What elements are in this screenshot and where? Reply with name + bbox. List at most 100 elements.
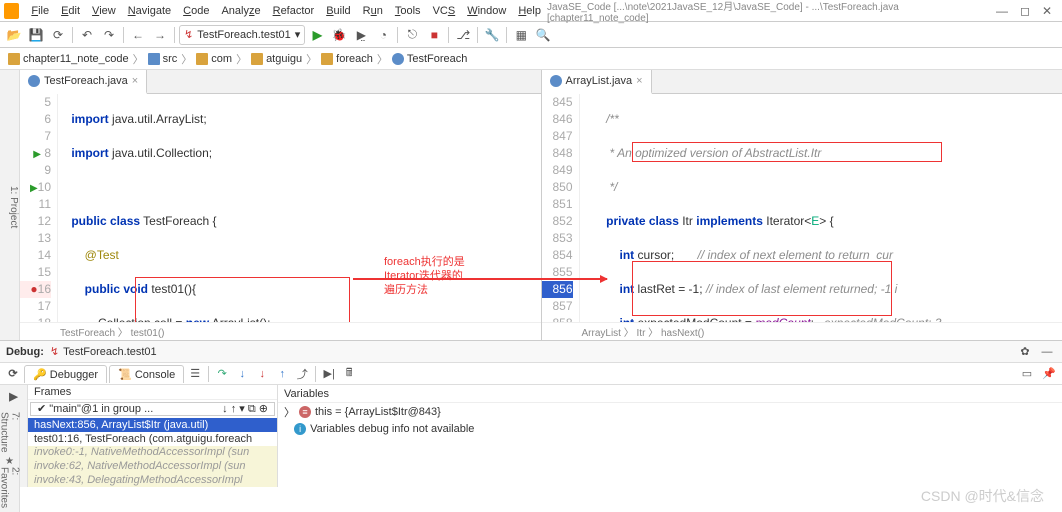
- annotation-text: foreach执行的是Iterator迭代器的遍历方法: [384, 255, 465, 297]
- tab-testforeach[interactable]: TestForeach.java ×: [20, 70, 147, 94]
- stop-icon[interactable]: ■: [424, 25, 444, 45]
- frame-row[interactable]: invoke:43, DelegatingMethodAccessorImpl: [28, 473, 277, 487]
- tab-close-icon[interactable]: ×: [132, 75, 138, 87]
- watermark: CSDN @时代&信念: [921, 486, 1044, 506]
- menu-run[interactable]: Run: [357, 5, 389, 17]
- run-to-cursor-icon[interactable]: ▶|: [320, 365, 338, 383]
- hide-icon[interactable]: —: [1038, 343, 1056, 361]
- debug-config[interactable]: ↯TestForeach.test01: [50, 345, 157, 358]
- menu-file[interactable]: File: [25, 5, 55, 17]
- debug-panel: Debug: ↯TestForeach.test01 ✿ — ⟳ 🔑 Debug…: [0, 340, 1062, 487]
- window-title: JavaSE_Code [...\note\2021JavaSE_12月\Jav…: [547, 0, 990, 24]
- thread-selector[interactable]: ✔ "main"@1 in group ...↓ ↑ ▾ ⧉ ⊕: [30, 402, 275, 416]
- menu-view[interactable]: View: [86, 5, 122, 17]
- tab-close-icon[interactable]: ×: [636, 75, 642, 87]
- left-structure-crumb[interactable]: TestForeach 〉 test01(): [20, 322, 541, 340]
- wrench-icon[interactable]: 🔧: [482, 25, 502, 45]
- undo-icon[interactable]: ↶: [77, 25, 97, 45]
- menu-edit[interactable]: Edit: [55, 5, 86, 17]
- annotation-box-hasnext: [632, 261, 892, 316]
- minimize-icon[interactable]: —: [990, 4, 1014, 18]
- menu-code[interactable]: Code: [177, 5, 215, 17]
- structure-icon[interactable]: ▦: [511, 25, 531, 45]
- menu-window[interactable]: Window: [461, 5, 512, 17]
- var-this[interactable]: 〉≡this = {ArrayList$Itr@843}: [278, 403, 1062, 420]
- right-code[interactable]: 845846847 848849850851852 85385485585685…: [542, 94, 1062, 322]
- git-icon[interactable]: ⎇: [453, 25, 473, 45]
- debugger-tab[interactable]: 🔑 Debugger: [24, 365, 107, 383]
- frame-row[interactable]: invoke:62, NativeMethodAccessorImpl (sun: [28, 459, 277, 473]
- favorites-tool-button[interactable]: 7: Structure ★ 2: Favorites: [0, 412, 20, 512]
- run-config-label: TestForeach.test01: [197, 29, 291, 41]
- frame-row[interactable]: test01:16, TestForeach (com.atguigu.fore…: [28, 432, 277, 446]
- menu-bar: File Edit View Navigate Code Analyze Ref…: [0, 0, 1062, 22]
- menu-help[interactable]: Help: [512, 5, 547, 17]
- step-into-icon[interactable]: ↓: [233, 365, 251, 383]
- left-tabs: TestForeach.java ×: [20, 70, 541, 94]
- back-icon[interactable]: ←: [128, 25, 148, 45]
- attach-icon[interactable]: ⎋: [402, 25, 422, 45]
- forward-icon[interactable]: →: [150, 25, 170, 45]
- frame-row[interactable]: invoke0:-1, NativeMethodAccessorImpl (su…: [28, 446, 277, 460]
- breakpoint-icon[interactable]: ●: [30, 282, 37, 296]
- bc-atguigu[interactable]: atguigu: [249, 53, 304, 65]
- coverage-icon[interactable]: ▶̤: [351, 25, 371, 45]
- tab-label: ArrayList.java: [566, 75, 633, 87]
- refresh-icon[interactable]: ⟳: [48, 25, 68, 45]
- settings-icon[interactable]: ✿: [1016, 343, 1034, 361]
- project-tool-button[interactable]: 1: Project: [0, 70, 20, 340]
- save-icon[interactable]: 💾: [26, 25, 46, 45]
- maximize-icon[interactable]: ◻: [1014, 4, 1036, 18]
- debug-header: Debug: ↯TestForeach.test01 ✿ —: [0, 341, 1062, 363]
- step-out-icon[interactable]: ↑: [273, 365, 291, 383]
- right-tabs: ArrayList.java ×: [542, 70, 1062, 94]
- menu-vcs[interactable]: VCS: [427, 5, 462, 17]
- menu-build[interactable]: Build: [320, 5, 356, 17]
- drop-frame-icon[interactable]: ⤴: [293, 365, 311, 383]
- close-icon[interactable]: ✕: [1036, 4, 1058, 18]
- step-over-icon[interactable]: ↷: [213, 365, 231, 383]
- menu-tools[interactable]: Tools: [389, 5, 427, 17]
- chevron-down-icon: ▾: [295, 28, 301, 41]
- rerun-icon[interactable]: ⟳: [4, 365, 22, 383]
- redo-icon[interactable]: ↷: [99, 25, 119, 45]
- debug-title: Debug:: [6, 346, 44, 358]
- open-icon[interactable]: 📂: [4, 25, 24, 45]
- resume-icon[interactable]: ▶: [5, 387, 23, 405]
- console-tab[interactable]: 📜 Console: [109, 365, 184, 383]
- menu-navigate[interactable]: Navigate: [122, 5, 177, 17]
- variables-header: Variables: [278, 385, 1062, 403]
- bc-class[interactable]: TestForeach: [390, 53, 470, 65]
- right-gutter[interactable]: 845846847 848849850851852 85385485585685…: [542, 94, 580, 322]
- java-class-icon: [28, 75, 40, 87]
- left-gutter[interactable]: 567 ▶ 89 ▶101112131415 ●16 171819: [20, 94, 58, 322]
- profile-icon[interactable]: ◔: [373, 25, 393, 45]
- evaluate-icon[interactable]: 🖩: [340, 365, 358, 383]
- frames-panel: Frames ✔ "main"@1 in group ...↓ ↑ ▾ ⧉ ⊕ …: [28, 385, 278, 487]
- tab-arraylist[interactable]: ArrayList.java ×: [542, 70, 652, 94]
- nav-breadcrumb: chapter11_note_code〉 src〉 com〉 atguigu〉 …: [0, 48, 1062, 70]
- menu-analyze[interactable]: Analyze: [215, 5, 266, 17]
- debug-body: ▶ ⏸ ■ ●● ⊘ Frames ✔ "main"@1 in group ..…: [0, 385, 1062, 487]
- debug-icon[interactable]: 🐞: [329, 25, 349, 45]
- var-info: iVariables debug info not available: [278, 420, 1062, 437]
- annotation-arrow: [353, 278, 607, 280]
- right-structure-crumb[interactable]: ArrayList 〉 Itr 〉 hasNext(): [542, 322, 1062, 340]
- bc-src[interactable]: src: [146, 53, 180, 65]
- editor-right: ArrayList.java × 845846847 8488498508518…: [542, 70, 1062, 340]
- frame-row[interactable]: hasNext:856, ArrayList$Itr (java.util): [28, 418, 277, 432]
- annotation-box-left: [135, 277, 350, 322]
- bc-module[interactable]: chapter11_note_code: [6, 53, 131, 65]
- bc-foreach[interactable]: foreach: [319, 53, 375, 65]
- pin-icon[interactable]: 📌: [1040, 365, 1058, 383]
- editor-left: TestForeach.java × 567 ▶ 89 ▶10111213141…: [20, 70, 542, 340]
- bc-com[interactable]: com: [194, 53, 234, 65]
- search-icon[interactable]: 🔍: [533, 25, 553, 45]
- threads-icon[interactable]: ☰: [186, 365, 204, 383]
- run-icon[interactable]: ▶: [307, 25, 327, 45]
- java-class-icon: [550, 75, 562, 87]
- force-step-into-icon[interactable]: ↓: [253, 365, 271, 383]
- menu-refactor[interactable]: Refactor: [267, 5, 321, 17]
- layout-icon[interactable]: ▭: [1018, 365, 1036, 383]
- run-config-selector[interactable]: ↯ TestForeach.test01 ▾: [179, 25, 305, 45]
